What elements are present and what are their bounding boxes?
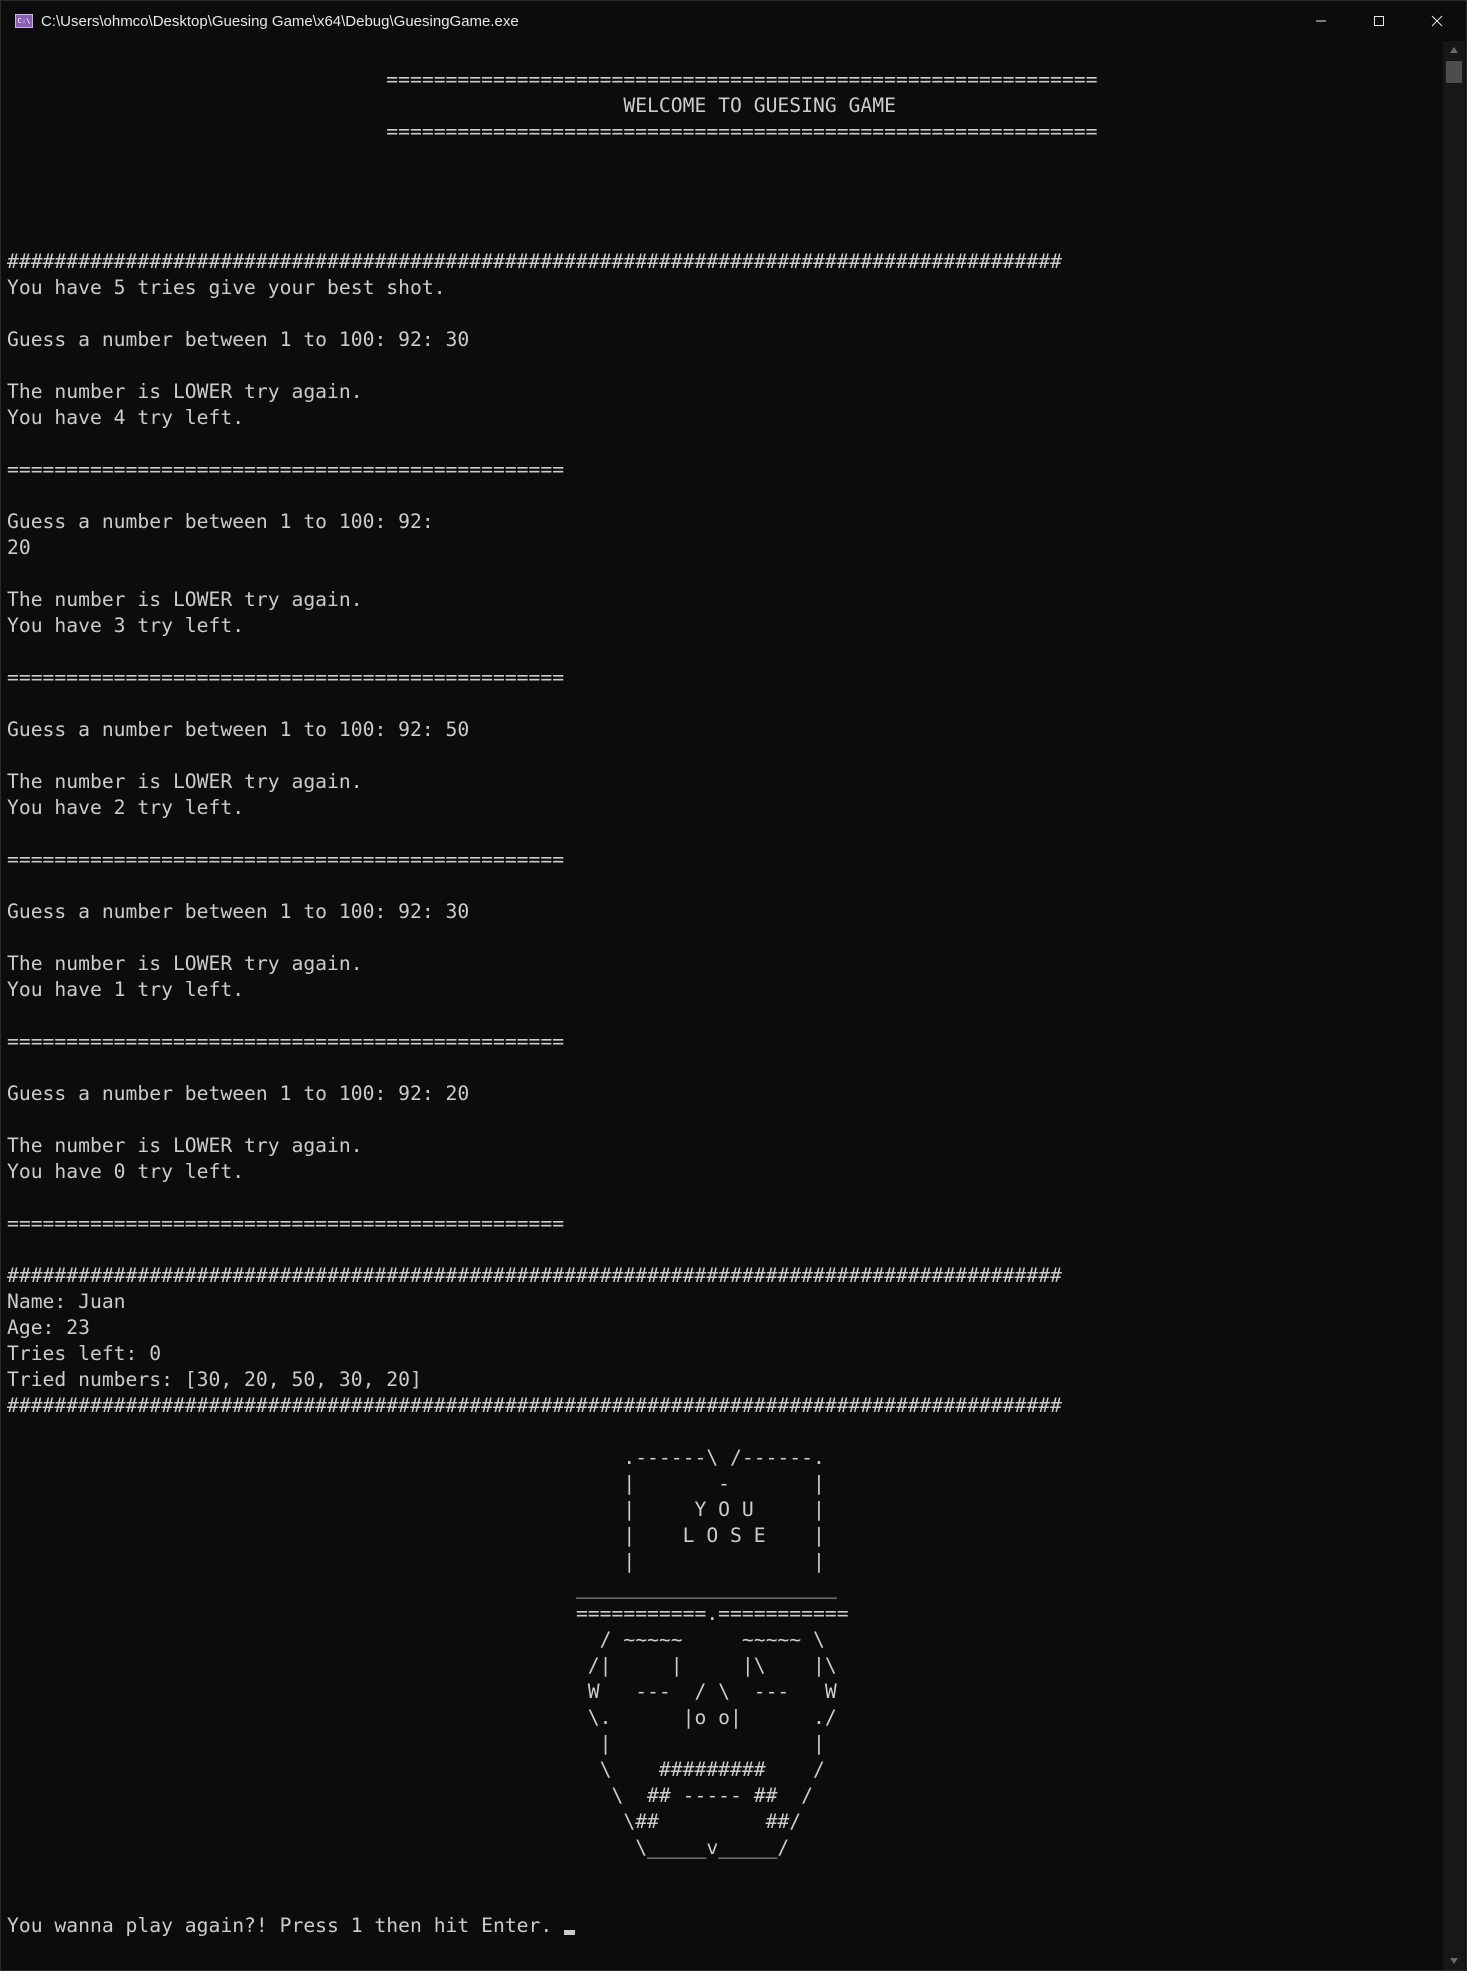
scroll-down-arrow-icon: [1450, 1958, 1458, 1964]
console-line: \ ## ----- ## /: [7, 1784, 813, 1807]
window-controls: [1292, 1, 1466, 41]
maximize-button[interactable]: [1350, 1, 1408, 41]
console-line: The number is LOWER try again.: [7, 952, 363, 975]
console-line: \_____v_____/: [7, 1836, 790, 1859]
console-line: Guess a number between 1 to 100: 92: 50: [7, 718, 470, 741]
console-line: ########################################…: [7, 1394, 1062, 1417]
vertical-scrollbar[interactable]: [1443, 41, 1465, 1970]
console-line: You have 3 try left.: [7, 614, 245, 637]
console-line: The number is LOWER try again.: [7, 770, 363, 793]
console-line: The number is LOWER try again.: [7, 380, 363, 403]
console-line: ========================================…: [7, 1030, 565, 1053]
app-icon-text: C:\: [17, 16, 31, 25]
console-line: Guess a number between 1 to 100: 92: 30: [7, 328, 470, 351]
console-line: WELCOME TO GUESING GAME: [7, 94, 896, 117]
console-line: ########################################…: [7, 1264, 1062, 1287]
console-line: Name: Juan: [7, 1290, 126, 1313]
minimize-button[interactable]: [1292, 1, 1350, 41]
console-app-icon: C:\: [15, 14, 33, 28]
close-icon: [1431, 15, 1443, 27]
console-line: W --- / \ --- W: [7, 1680, 837, 1703]
console-line: You have 1 try left.: [7, 978, 245, 1001]
console-line: You have 4 try left.: [7, 406, 245, 429]
console-line: ===========.===========: [7, 1602, 849, 1625]
console-line: The number is LOWER try again.: [7, 1134, 363, 1157]
console-line: | L O S E |: [7, 1524, 825, 1547]
console-line: You wanna play again?! Press 1 then hit …: [7, 1913, 1442, 1939]
console-line: Tried numbers: [30, 20, 50, 30, 20]: [7, 1368, 422, 1391]
close-button[interactable]: [1408, 1, 1466, 41]
console-line: \ ######### /: [7, 1758, 825, 1781]
console-line: ______________________: [7, 1576, 837, 1599]
minimize-icon: [1316, 20, 1326, 22]
console-line: ========================================…: [7, 120, 1098, 143]
console-text: ========================================…: [7, 41, 1442, 1939]
console-line: | Y O U |: [7, 1498, 825, 1521]
console-line: | |: [7, 1732, 825, 1755]
console-line: .------\ /------.: [7, 1446, 825, 1469]
console-line: | - |: [7, 1472, 825, 1495]
scroll-up-arrow-icon: [1450, 47, 1458, 53]
scroll-down-button[interactable]: [1443, 1952, 1465, 1970]
console-line: / ~~~~~ ~~~~~ \: [7, 1628, 825, 1651]
console-line: ========================================…: [7, 68, 1098, 91]
scroll-up-button[interactable]: [1443, 41, 1465, 59]
console-output[interactable]: ========================================…: [7, 41, 1442, 1966]
console-line: Tries left: 0: [7, 1342, 162, 1365]
text-cursor: [564, 1930, 576, 1935]
console-line: Age: 23: [7, 1316, 90, 1339]
console-line: Guess a number between 1 to 100: 92: 20: [7, 1082, 470, 1105]
console-line: Guess a number between 1 to 100: 92: 30: [7, 900, 470, 923]
scroll-thumb[interactable]: [1446, 61, 1462, 83]
console-line: You have 0 try left.: [7, 1160, 245, 1183]
console-line: ========================================…: [7, 666, 565, 689]
console-line: /| | |\ |\: [7, 1654, 837, 1677]
console-line: You have 5 tries give your best shot.: [7, 276, 446, 299]
console-line: The number is LOWER try again.: [7, 588, 363, 611]
console-line: Guess a number between 1 to 100: 92:: [7, 510, 434, 533]
console-line: 20: [7, 536, 31, 559]
window-title: C:\Users\ohmco\Desktop\Guesing Game\x64\…: [41, 12, 519, 30]
maximize-icon: [1374, 16, 1384, 26]
console-line: \## ##/: [7, 1810, 802, 1833]
console-line: You have 2 try left.: [7, 796, 245, 819]
console-line: ========================================…: [7, 848, 565, 871]
title-bar[interactable]: C:\ C:\Users\ohmco\Desktop\Guesing Game\…: [1, 1, 1466, 41]
console-line: ========================================…: [7, 1212, 565, 1235]
console-window: C:\ C:\Users\ohmco\Desktop\Guesing Game\…: [0, 0, 1467, 1971]
console-line: ########################################…: [7, 250, 1062, 273]
console-line: ========================================…: [7, 458, 565, 481]
console-line: \. |o o| ./: [7, 1706, 837, 1729]
console-line: | |: [7, 1550, 825, 1573]
